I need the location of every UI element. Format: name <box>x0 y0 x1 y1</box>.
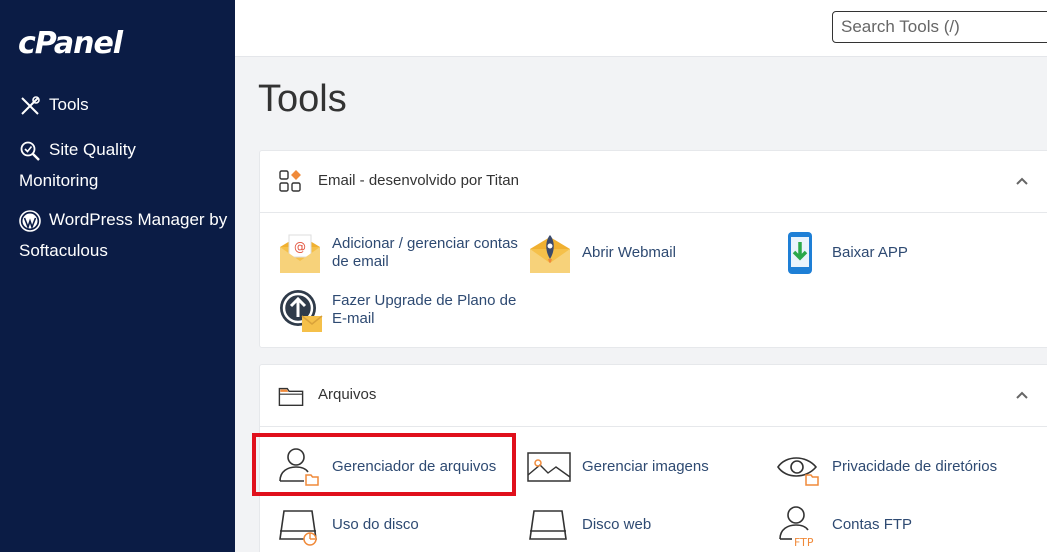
chevron-up-icon[interactable] <box>1012 385 1032 405</box>
tool-label: Contas FTP <box>832 516 913 533</box>
chevron-up-icon[interactable] <box>1012 171 1032 191</box>
rocket-envelope-icon <box>530 235 570 273</box>
upgrade-arrow-icon <box>280 290 323 332</box>
tool-label: Gerenciar imagens <box>582 458 709 475</box>
site-quality-icon <box>20 141 40 161</box>
ftp-accounts-icon: FTP <box>779 506 814 549</box>
top-bar <box>235 0 1047 57</box>
email-envelope-icon: @ <box>280 234 320 273</box>
cpanel-logo[interactable]: cPanel <box>18 26 123 61</box>
sidebar: cPanel Tools Site Quality Monitoring Wor… <box>0 0 235 552</box>
folder-icon <box>278 387 304 406</box>
group-title: Arquivos <box>318 386 377 403</box>
tool-label: Adicionar / gerenciar contas de email <box>332 235 518 270</box>
tool-label: Abrir Webmail <box>582 244 676 261</box>
disk-usage-icon <box>279 510 317 546</box>
sidebar-item-label: Tools <box>49 95 89 114</box>
search-input[interactable] <box>832 11 1047 43</box>
tool-label: Privacidade de diretórios <box>832 458 998 475</box>
group-email: Email - desenvolvido por Titan @ Adicion… <box>259 150 1047 348</box>
sidebar-item-tools[interactable]: Tools <box>19 89 89 120</box>
tool-label: Baixar APP <box>832 244 908 261</box>
group-title: Email - desenvolvido por Titan <box>318 172 519 189</box>
images-icon <box>527 452 571 482</box>
tool-label: Fazer Upgrade de Plano de E-mail <box>332 292 517 327</box>
tool-label: Disco web <box>582 516 652 533</box>
svg-text:FTP: FTP <box>794 536 814 549</box>
group-header[interactable]: Arquivos <box>260 365 1047 427</box>
tool-label: Uso do disco <box>332 516 419 533</box>
eye-privacy-icon <box>777 457 819 486</box>
sidebar-item-label: WordPress Manager by Softaculous <box>19 210 228 260</box>
highlight-box <box>252 433 516 496</box>
web-disk-icon <box>529 510 567 540</box>
sidebar-item-wordpress[interactable]: WordPress Manager by Softaculous <box>19 204 229 266</box>
sidebar-item-site-quality[interactable]: Site Quality Monitoring <box>19 134 219 196</box>
apps-grid-icon <box>279 170 301 192</box>
tools-icon <box>21 95 40 115</box>
mobile-download-icon <box>788 232 812 274</box>
page-title: Tools <box>258 78 347 120</box>
svg-text:@: @ <box>294 240 306 254</box>
group-header[interactable]: Email - desenvolvido por Titan <box>260 151 1047 213</box>
wordpress-icon <box>19 209 41 232</box>
